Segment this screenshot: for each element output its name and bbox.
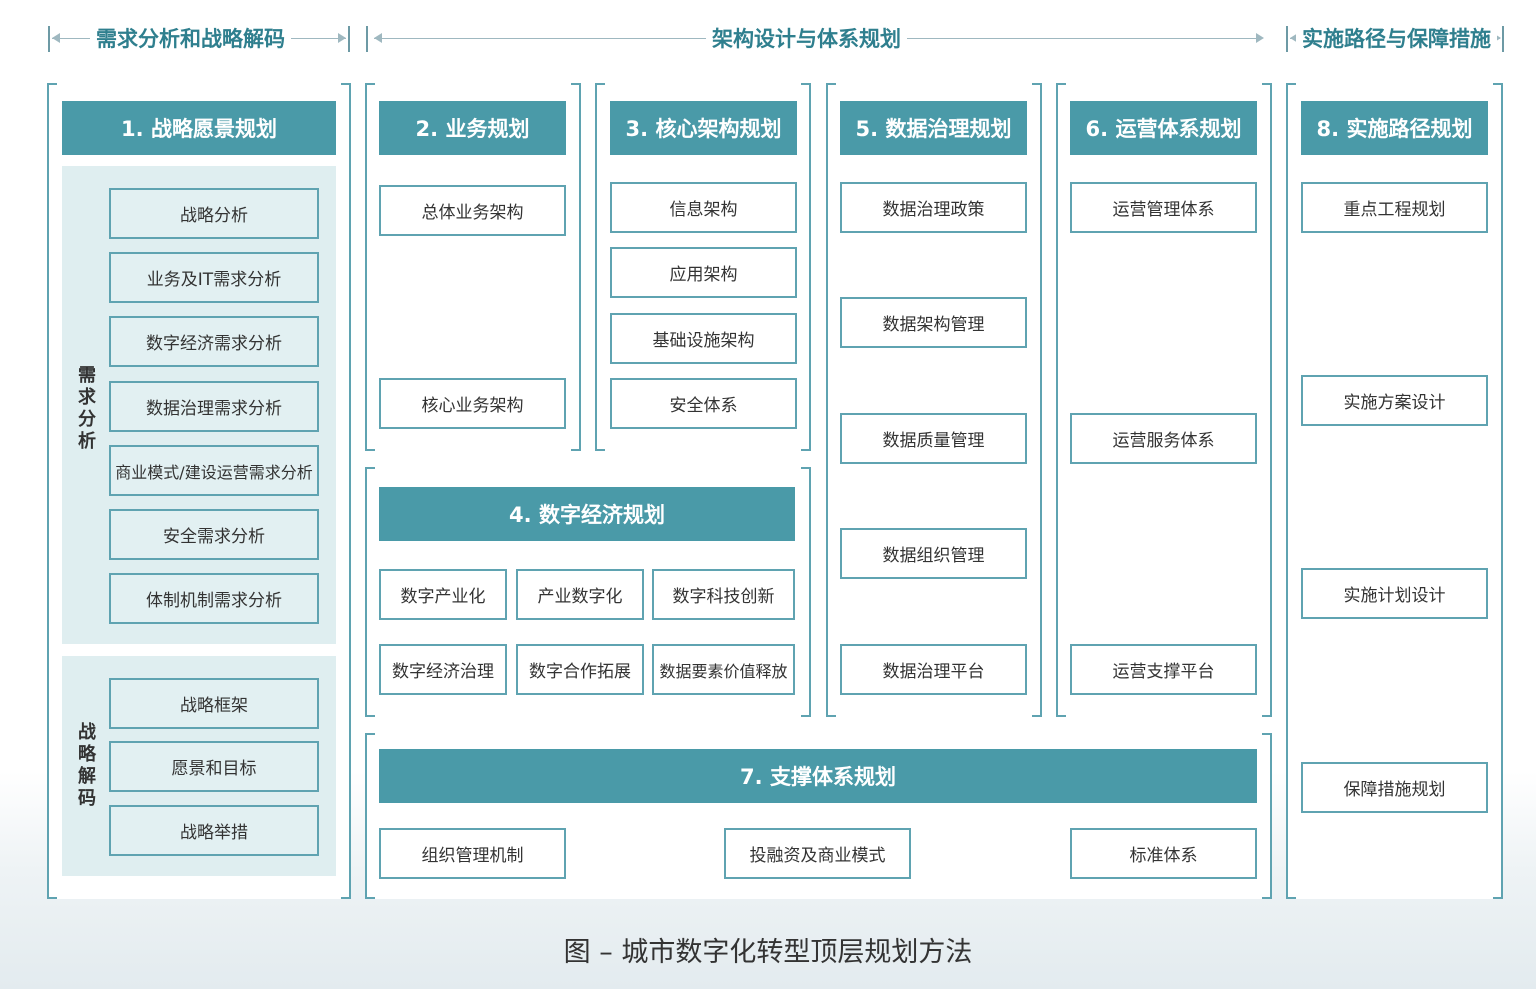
item-institution-analysis: 体制机制需求分析: [109, 573, 319, 624]
section-7-title: 7. 支撑体系规划: [379, 749, 1257, 803]
item-data-governance-analysis: 数据治理需求分析: [109, 381, 319, 432]
header-middle-start-tick: [366, 26, 368, 52]
item-data-element-value: 数据要素价值释放: [652, 644, 795, 695]
item-strategy-framework: 战略框架: [109, 678, 319, 729]
section-1-title: 1. 战略愿景规划: [62, 101, 336, 155]
section-operations: [1056, 83, 1272, 717]
item-standard-system: 标准体系: [1070, 828, 1257, 879]
item-digital-cooperation: 数字合作拓展: [516, 644, 644, 695]
section-2-title: 2. 业务规划: [379, 101, 566, 155]
item-data-governance-policy: 数据治理政策: [840, 182, 1027, 233]
item-digital-tech-innovation: 数字科技创新: [652, 569, 795, 620]
item-core-business-architecture: 核心业务架构: [379, 378, 566, 429]
section-5-title: 5. 数据治理规划: [840, 101, 1027, 155]
section-4-title: 4. 数字经济规划: [379, 487, 795, 541]
item-digital-economy-governance: 数字经济治理: [379, 644, 507, 695]
section-data-governance: [826, 83, 1042, 717]
item-organization-mechanism: 组织管理机制: [379, 828, 566, 879]
section-8-title: 8. 实施路径规划: [1301, 101, 1488, 155]
arrow-left-icon: [374, 33, 382, 43]
item-business-model-analysis: 商业模式/建设运营需求分析: [109, 445, 319, 496]
label-demand-analysis: 需求分析: [78, 365, 96, 452]
section-3-title: 3. 核心架构规划: [610, 101, 797, 155]
item-overall-business-architecture: 总体业务架构: [379, 185, 566, 236]
item-investment-business-model: 投融资及商业模式: [724, 828, 911, 879]
item-implementation-schedule-design: 实施计划设计: [1301, 568, 1488, 619]
header-left-start-tick: [48, 26, 50, 52]
item-application-architecture: 应用架构: [610, 247, 797, 298]
header-left-end-tick: [348, 26, 350, 52]
item-data-governance-platform: 数据治理平台: [840, 644, 1027, 695]
header-right-title: 实施路径与保障措施: [1296, 23, 1497, 53]
item-business-it-analysis: 业务及IT需求分析: [109, 252, 319, 303]
item-industrial-digitization: 产业数字化: [516, 569, 644, 620]
header-left-title: 需求分析和战略解码: [90, 23, 291, 53]
item-data-architecture-management: 数据架构管理: [840, 297, 1027, 348]
header-left: 需求分析和战略解码: [48, 18, 350, 58]
item-infrastructure-architecture: 基础设施架构: [610, 313, 797, 364]
item-information-architecture: 信息架构: [610, 182, 797, 233]
figure-caption: 图 – 城市数字化转型顶层规划方法: [563, 937, 973, 968]
item-operations-support-platform: 运营支撑平台: [1070, 644, 1257, 695]
section-6-title: 6. 运营体系规划: [1070, 101, 1257, 155]
item-key-project-planning: 重点工程规划: [1301, 182, 1488, 233]
header-right-end-tick: [1502, 26, 1504, 52]
arrow-right-icon: [1256, 33, 1264, 43]
item-vision-goals: 愿景和目标: [109, 741, 319, 792]
item-strategy-analysis: 战略分析: [109, 188, 319, 239]
header-middle-title: 架构设计与体系规划: [706, 23, 907, 53]
item-digital-industrialization: 数字产业化: [379, 569, 507, 620]
item-data-organization-management: 数据组织管理: [840, 528, 1027, 579]
item-strategy-measures: 战略举措: [109, 805, 319, 856]
item-operations-management: 运营管理体系: [1070, 182, 1257, 233]
item-digital-economy-analysis: 数字经济需求分析: [109, 316, 319, 367]
arrow-left-icon: [52, 33, 60, 43]
header-right-start-tick: [1286, 26, 1288, 52]
item-implementation-plan-design: 实施方案设计: [1301, 375, 1488, 426]
item-data-quality-management: 数据质量管理: [840, 413, 1027, 464]
item-safeguard-measures: 保障措施规划: [1301, 762, 1488, 813]
header-middle: 架构设计与体系规划: [366, 18, 1272, 58]
header-right: 实施路径与保障措施: [1286, 18, 1504, 58]
item-security-system: 安全体系: [610, 378, 797, 429]
arrow-right-icon: [338, 33, 346, 43]
label-strategy-decoding: 战略解码: [78, 722, 96, 809]
item-security-analysis: 安全需求分析: [109, 509, 319, 560]
item-operations-service: 运营服务体系: [1070, 413, 1257, 464]
